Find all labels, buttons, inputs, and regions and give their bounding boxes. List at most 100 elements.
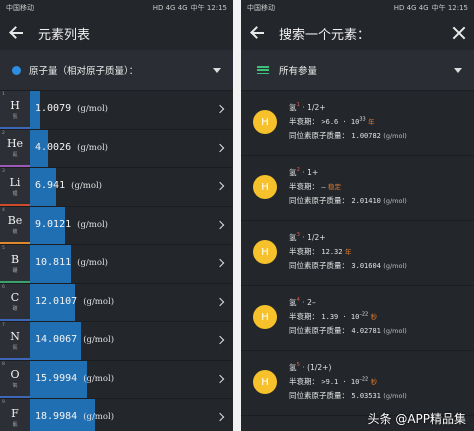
- element-row[interactable]: 2 He 氦 4.0026 (g/mol): [0, 129, 233, 168]
- element-tile: 5 B 硼: [0, 245, 30, 283]
- status-bar: 中国移动 HD 4G 4G 中午 12:15: [241, 0, 474, 16]
- element-symbol: Be: [7, 214, 23, 228]
- chevron-right-icon: [215, 104, 225, 114]
- element-chinese-name: 氦: [12, 152, 18, 159]
- element-chinese-name: 铍: [12, 229, 18, 236]
- top-app-bar: 元素列表: [0, 16, 233, 50]
- element-symbol: C: [10, 291, 20, 305]
- element-symbol-badge: H: [253, 305, 277, 329]
- close-icon[interactable]: [452, 26, 466, 40]
- category-stripe: [0, 319, 30, 321]
- element-symbol: B: [10, 252, 20, 266]
- back-arrow-icon[interactable]: [249, 24, 267, 42]
- element-row[interactable]: 4 Be 铍 9.0121 (g/mol): [0, 206, 233, 245]
- search-input[interactable]: 搜索一个元素：: [279, 24, 370, 43]
- element-row[interactable]: 9 F 氟 18.9984 (g/mol): [0, 399, 233, 431]
- element-chinese-name: 氧: [12, 383, 18, 390]
- value-bar-area: 15.9994 (g/mol): [30, 360, 233, 398]
- chevron-right-icon: [215, 143, 225, 152]
- value-bar-area: 12.0107 (g/mol): [30, 283, 233, 321]
- element-symbol-badge: H: [253, 240, 277, 264]
- element-list-screen: 中国移动 HD 4G 4G 中午 12:15 元素列表 原子量（相对原子质量）：…: [0, 0, 233, 431]
- atomic-mass-value: 10.811 (g/mol): [35, 257, 108, 268]
- atomic-number: 8: [2, 361, 5, 367]
- half-life-line: 半衰期： >9.1 · 10–22 秒: [289, 376, 378, 387]
- atomic-number: 1: [2, 92, 5, 97]
- isotope-row[interactable]: H 氢4 · 2– 半衰期： 1.39 · 10–22 秒 同位素原子质量： 4…: [241, 286, 474, 351]
- half-life-line: 半衰期： – 稳定: [289, 182, 341, 191]
- status-icons: HD 4G 4G 中午 12:15: [394, 3, 468, 13]
- element-symbol-badge: H: [253, 110, 277, 134]
- atomic-number: 3: [2, 169, 5, 174]
- chevron-right-icon: [215, 412, 225, 422]
- atomic-mass-value: 14.0067 (g/mol): [35, 334, 115, 345]
- atomic-number: 6: [2, 284, 5, 290]
- isotope-name-line: 氢5 · (1/2+): [289, 362, 332, 372]
- element-symbol: H: [10, 98, 20, 112]
- element-chinese-name: 硼: [12, 267, 18, 274]
- atomic-mass-value: 1.0079 (g/mol): [35, 103, 108, 114]
- isotope-mass-line: 同位素原子质量： 3.01604 (g/mol): [289, 261, 407, 270]
- element-row[interactable]: 6 C 碳 12.0107 (g/mol): [0, 283, 233, 322]
- time-label: 中午 12:15: [190, 4, 227, 12]
- element-symbol: Li: [9, 175, 21, 189]
- isotope-row[interactable]: H 氢1 · 1/2+ 半衰期： >6.6 · 1033 年 同位素原子质量： …: [241, 91, 474, 156]
- value-bar-area: 18.9984 (g/mol): [30, 399, 233, 431]
- isotope-row[interactable]: H 氢3 · 1/2+ 半衰期： 12.32 年 同位素原子质量： 3.0160…: [241, 221, 474, 286]
- dropdown-caret-icon[interactable]: [454, 67, 462, 73]
- element-chinese-name: 氟: [12, 421, 18, 428]
- element-row[interactable]: 8 O 氧 15.9994 (g/mol): [0, 360, 233, 399]
- category-stripe: [0, 280, 30, 283]
- element-symbol: O: [10, 368, 20, 382]
- isotope-mass-line: 同位素原子质量： 2.01410 (g/mol): [289, 196, 407, 205]
- status-bar: 中国移动 HD 4G 4G 中午 12:15: [0, 0, 233, 16]
- time-label: 中午 12:15: [431, 4, 468, 12]
- isotope-name-line: 氢4 · 2–: [289, 297, 316, 307]
- back-arrow-icon[interactable]: [8, 24, 26, 42]
- atomic-number: 4: [2, 207, 5, 213]
- element-row[interactable]: 7 N 氮 14.0067 (g/mol): [0, 322, 233, 361]
- element-symbol: He: [6, 137, 24, 151]
- element-tile: 9 F 氟: [0, 399, 30, 431]
- element-list: 1 H 氢 1.0079 (g/mol) 2 He 氦 4.0026 (g/mo…: [0, 91, 233, 431]
- element-tile: 1 H 氢: [0, 91, 30, 129]
- property-selector[interactable]: 原子量（相对原子质量）：: [0, 50, 233, 91]
- chevron-right-icon: [215, 258, 225, 268]
- element-tile: 4 Be 铍: [0, 206, 30, 244]
- atomic-number: 5: [2, 246, 5, 251]
- element-row[interactable]: 5 B 硼 10.811 (g/mol): [0, 245, 233, 284]
- atomic-mass-value: 9.0121 (g/mol): [35, 218, 108, 230]
- watermark-text: 头条 @APP精品集: [367, 412, 467, 426]
- element-row[interactable]: 3 Li 锂 6.941 (g/mol): [0, 168, 233, 207]
- half-life-line: 半衰期： 12.32 年: [289, 247, 352, 256]
- atomic-mass-value: 6.941 (g/mol): [35, 180, 102, 191]
- isotope-list: H 氢1 · 1/2+ 半衰期： >6.6 · 1033 年 同位素原子质量： …: [241, 91, 474, 416]
- dropdown-caret-icon[interactable]: [213, 67, 221, 73]
- category-stripe: [0, 165, 30, 167]
- property-selector-label: 原子量（相对原子质量）：: [29, 66, 139, 77]
- element-row[interactable]: 1 H 氢 1.0079 (g/mol): [0, 91, 233, 130]
- half-life-line: 半衰期： 1.39 · 10–22 秒: [289, 311, 378, 322]
- isotope-row[interactable]: H 氢5 · (1/2+) 半衰期： >9.1 · 10–22 秒 同位素原子质…: [241, 351, 474, 416]
- value-bar-area: 6.941 (g/mol): [30, 168, 233, 206]
- atomic-number: 7: [2, 323, 5, 328]
- atomic-mass-value: 12.0107 (g/mol): [35, 295, 115, 307]
- element-tile: 6 C 碳: [0, 283, 30, 321]
- carrier-label: 中国移动: [6, 4, 34, 12]
- category-stripe: [0, 126, 30, 129]
- isotope-search-screen: 中国移动 HD 4G 4G 中午 12:15 搜索一个元素： 所有参量 H 氢1…: [241, 0, 474, 431]
- network-icon: HD 4G 4G: [393, 4, 429, 12]
- element-tile: 7 N 氮: [0, 322, 30, 360]
- isotope-row[interactable]: H 氢2 · 1+ 半衰期： – 稳定 同位素原子质量： 2.01410 (g/…: [241, 156, 474, 221]
- isotope-mass-line: 同位素原子质量： 4.02781 (g/mol): [289, 326, 407, 335]
- atomic-mass-value: 4.0026 (g/mol): [35, 141, 108, 153]
- element-tile: 2 He 氦: [0, 129, 30, 167]
- filter-lines-icon: [257, 66, 269, 74]
- element-chinese-name: 锂: [12, 190, 18, 197]
- filter-selector[interactable]: 所有参量: [241, 50, 474, 91]
- element-chinese-name: 氢: [12, 113, 18, 120]
- property-dot-icon: [12, 65, 21, 75]
- chevron-right-icon: [215, 335, 225, 345]
- chevron-right-icon: [215, 220, 225, 229]
- atomic-number: 2: [2, 130, 5, 136]
